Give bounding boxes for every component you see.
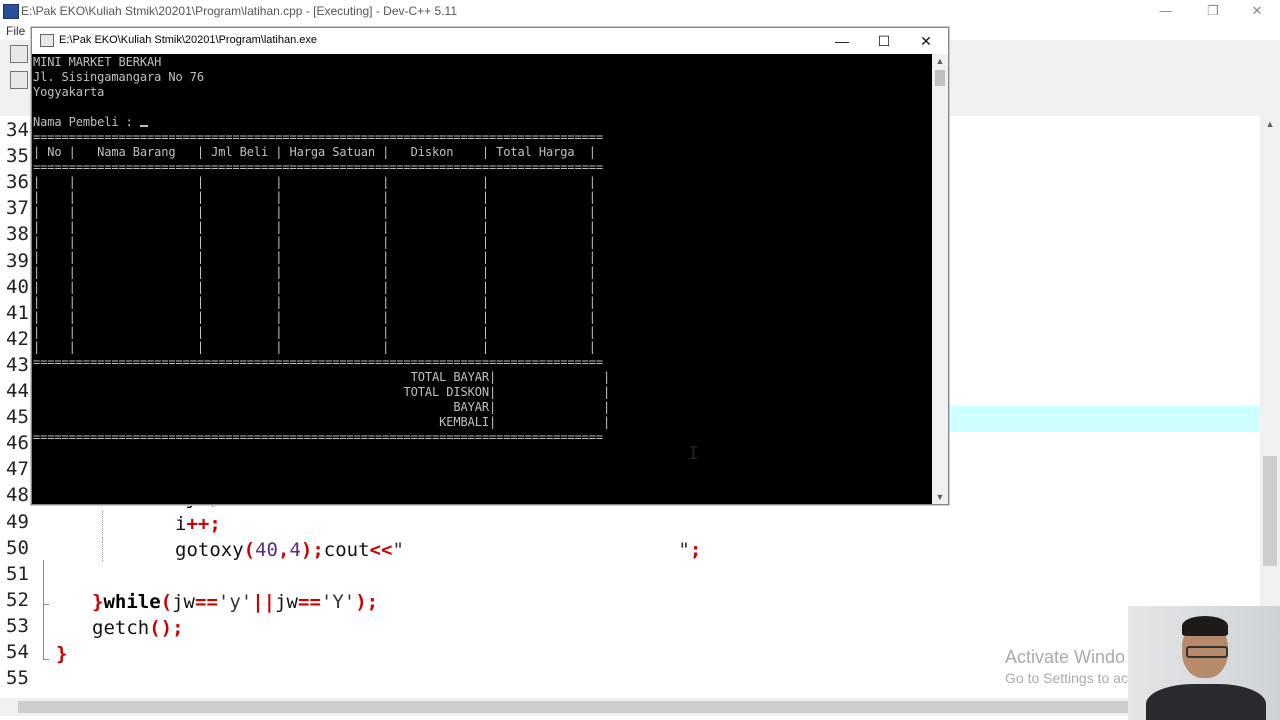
ide-window-title: E:\Pak EKO\Kuliah Stmik\20201\Program\la…	[21, 4, 457, 18]
console-maximize-icon[interactable]: ☐	[862, 28, 906, 54]
code-line-53[interactable]: getch();	[56, 615, 184, 641]
table-empty-row: | | | | | | |	[33, 250, 596, 264]
line-number: 53	[6, 614, 29, 637]
store-city: Yogyakarta	[33, 85, 105, 99]
scroll-down-icon[interactable]: ▼	[932, 490, 948, 504]
table-top-border: ========================================…	[33, 130, 603, 144]
line-number: 39	[6, 249, 29, 272]
table-empty-row: | | | | | | |	[33, 265, 596, 279]
line-number: 35	[6, 145, 29, 168]
code-line-54[interactable]: }	[56, 641, 67, 667]
console-app-icon	[40, 34, 54, 47]
devcpp-app-icon	[3, 4, 19, 19]
line-number: 40	[6, 275, 29, 298]
line-number: 38	[6, 223, 29, 246]
editor-horizontal-scrollbar[interactable]	[0, 698, 1260, 716]
console-scrollbar[interactable]: ▲ ▼	[932, 54, 948, 504]
table-empty-row: | | | | | | |	[33, 205, 596, 219]
code-line-52[interactable]: }while(jw=='y'||jw=='Y');	[56, 589, 378, 615]
totals-row: TOTAL DISKON| |	[33, 385, 611, 399]
menu-file[interactable]: File	[6, 24, 25, 38]
table-empty-row: | | | | | | |	[33, 175, 596, 189]
console-window[interactable]: E:\Pak EKO\Kuliah Stmik\20201\Program\la…	[31, 27, 949, 505]
store-address: Jl. Sisingamangara No 76	[33, 70, 204, 84]
console-close-icon[interactable]: ✕	[904, 28, 948, 54]
table-bottom-border: ========================================…	[33, 355, 603, 369]
prompt-label: Nama Pembeli :	[33, 115, 140, 129]
line-number: 54	[6, 641, 29, 663]
line-number: 34	[6, 119, 29, 141]
scrollbar-thumb[interactable]	[18, 701, 1240, 713]
table-header-row: | No | Nama Barang | Jml Beli | Harga Sa…	[33, 145, 596, 159]
line-number: 55	[6, 667, 29, 690]
line-number: 37	[6, 197, 29, 220]
fold-guide	[43, 560, 44, 660]
minimize-icon[interactable]: —	[1143, 0, 1189, 22]
buyer-name-prompt[interactable]: Nama Pembeli :	[33, 115, 148, 130]
totals-row: BAYAR| |	[33, 400, 611, 414]
activate-windows-hint: Go to Settings to ac	[1005, 670, 1128, 686]
line-number: 48	[6, 484, 29, 507]
line-number: 42	[6, 327, 29, 350]
fold-mark	[43, 659, 49, 660]
presenter-body	[1146, 684, 1266, 720]
store-name: MINI MARKET BERKAH	[33, 55, 162, 69]
totals-row: TOTAL BAYAR| |	[33, 370, 611, 384]
scrollbar-thumb[interactable]	[935, 70, 945, 86]
table-empty-row: | | | | | | |	[33, 310, 596, 324]
line-number: 52	[6, 588, 29, 611]
line-number: 36	[6, 171, 29, 194]
toolbar-project-icon[interactable]	[10, 71, 28, 89]
table-empty-row: | | | | | | |	[33, 190, 596, 204]
mouse-ibeam-cursor: I	[688, 443, 699, 464]
scrollbar-thumb[interactable]	[1263, 456, 1277, 566]
totals-bottom-border: ========================================…	[33, 430, 603, 444]
line-number: 51	[6, 562, 29, 585]
code-line-50[interactable]: gotoxy(40,4);cout<<" ";	[56, 537, 701, 563]
line-number: 50	[6, 536, 29, 559]
webcam-overlay	[1128, 606, 1280, 720]
table-empty-row: | | | | | | |	[33, 325, 596, 339]
table-empty-row: | | | | | | |	[33, 220, 596, 234]
toolbar-new-icon[interactable]	[10, 45, 28, 63]
text-cursor	[139, 125, 148, 127]
ide-titlebar: E:\Pak EKO\Kuliah Stmik\20201\Program\la…	[0, 0, 1280, 22]
table-empty-row: | | | | | | |	[33, 235, 596, 249]
table-header-border: ========================================…	[33, 160, 603, 174]
table-empty-row: | | | | | | |	[33, 295, 596, 309]
scroll-up-icon[interactable]: ▲	[932, 54, 948, 68]
restore-icon[interactable]: ❐	[1190, 0, 1236, 22]
fold-mark	[43, 604, 49, 605]
presenter-hair	[1182, 616, 1228, 636]
line-number: 49	[6, 510, 29, 533]
table-empty-row: | | | | | | |	[33, 340, 596, 354]
totals-row: KEMBALI| |	[33, 415, 611, 429]
code-line-49[interactable]: i++;	[56, 511, 221, 537]
table-empty-row: | | | | | | |	[33, 280, 596, 294]
console-titlebar[interactable]: E:\Pak EKO\Kuliah Stmik\20201\Program\la…	[32, 28, 948, 54]
line-number: 45	[6, 406, 29, 429]
close-icon[interactable]: ✕	[1234, 0, 1280, 22]
console-title: E:\Pak EKO\Kuliah Stmik\20201\Program\la…	[59, 34, 318, 46]
line-number: 47	[6, 458, 29, 481]
presenter-glasses	[1186, 646, 1228, 658]
activate-windows-watermark: Activate Windo	[1005, 647, 1126, 667]
console-minimize-icon[interactable]: —	[820, 28, 864, 54]
line-number: 41	[6, 301, 29, 324]
scroll-up-icon[interactable]: ▲	[1260, 116, 1280, 132]
console-output[interactable]: MINI MARKET BERKAH Jl. Sisingamangara No…	[33, 54, 931, 504]
line-number: 43	[6, 353, 29, 376]
line-number: 46	[6, 432, 29, 455]
current-line-highlight	[948, 406, 1260, 432]
line-number: 44	[6, 380, 29, 402]
